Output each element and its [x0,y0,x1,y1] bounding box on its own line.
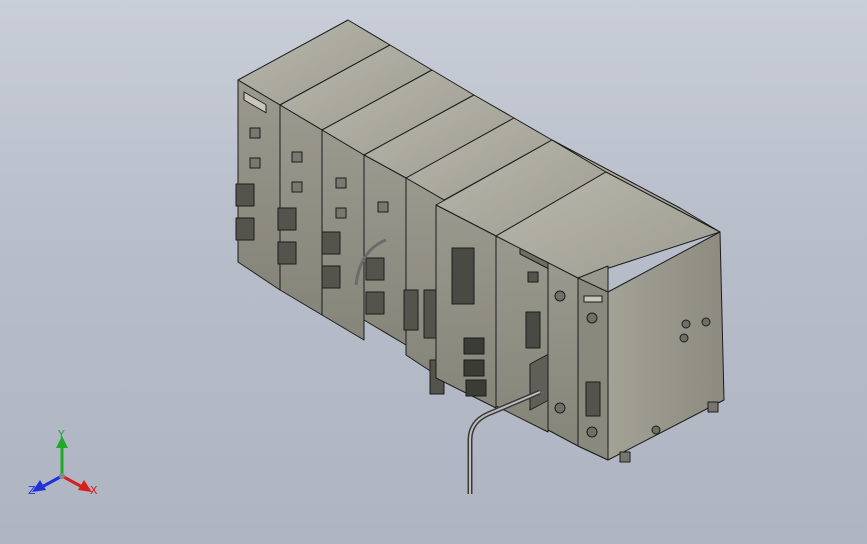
power-supply-terminal[interactable] [585,381,601,417]
io-module-3-button-b[interactable] [335,207,347,219]
cpu-module-front [435,204,497,409]
triad-origin [59,473,65,479]
cpu-module-port-c[interactable] [465,379,487,397]
power-supply-side-hole-c [681,319,691,329]
z-axis-label: Z [28,484,36,497]
io-module-2-terminal-b[interactable] [277,241,297,265]
io-module-4-button-a[interactable] [377,201,389,213]
power-supply-side-hole-a [679,333,689,343]
io-module-2-button-b[interactable] [291,181,303,193]
option-card-screw-bottom[interactable] [554,402,566,414]
option-card-screw-top[interactable] [554,290,566,302]
x-axis-label: X [90,484,98,497]
io-module-1-terminal-b[interactable] [235,217,255,241]
option-card-front [547,261,579,447]
io-module-4-terminal-b[interactable] [365,291,385,315]
io-module-2-terminal-a[interactable] [277,207,297,231]
axis-triad: Y X Z [28,428,98,497]
power-supply-side-hole-b [701,317,711,327]
cpu-module-port-a[interactable] [463,337,485,355]
cpu-module-display [451,247,475,305]
y-axis-label: Y [57,428,65,441]
io-module-3-terminal-a[interactable] [321,231,341,255]
io-module-1-button-a[interactable] [249,127,261,139]
io-module-1-button-b[interactable] [249,157,261,169]
power-supply-side [607,231,725,461]
comm-module-led [527,271,539,283]
io-module-3-button-a[interactable] [335,177,347,189]
power-supply-screw-top[interactable] [586,312,598,324]
io-module-5-terminal-a[interactable] [403,289,419,331]
power-supply-label [583,295,603,303]
power-supply-foot-b [707,401,719,413]
model-viewport[interactable] [0,0,867,544]
comm-module-slot[interactable] [525,311,541,349]
io-module-2-button-a[interactable] [291,151,303,163]
power-supply-screw-bottom[interactable] [586,426,598,438]
power-supply-side-hole-d [651,425,661,435]
plc-assembly[interactable] [235,19,725,494]
cpu-module-port-b[interactable] [463,359,485,377]
power-supply-foot-a [619,451,631,463]
io-module-3-terminal-b[interactable] [321,265,341,289]
io-module-4-terminal-a[interactable] [365,257,385,281]
option-card[interactable] [547,261,579,447]
io-module-1-terminal-a[interactable] [235,183,255,207]
